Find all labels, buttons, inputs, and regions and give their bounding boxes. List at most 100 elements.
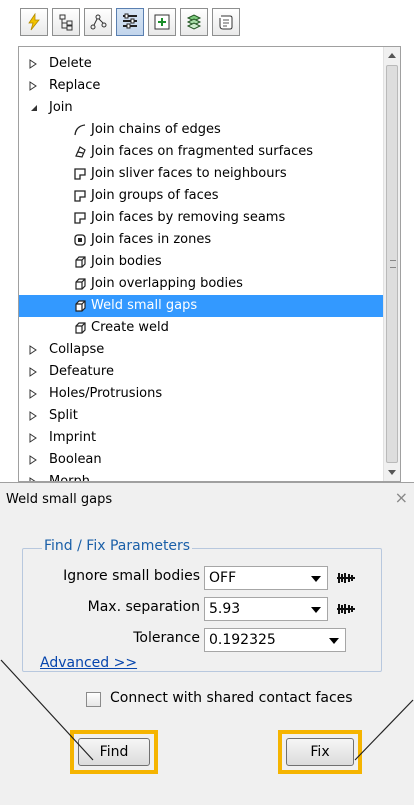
tree-category-holes[interactable]: Holes/Protrusions (19, 383, 379, 405)
panel-title: Weld small gaps (6, 492, 113, 507)
tab-add-frame[interactable] (148, 8, 176, 36)
face-join-icon (74, 168, 86, 180)
script-icon (219, 15, 233, 30)
expand-arrow-icon (29, 455, 37, 465)
tree-item-join-overlapping[interactable]: Join overlapping bodies (19, 273, 379, 295)
body-icon (75, 300, 86, 312)
max-separation-label: Max. separation (87, 599, 200, 615)
edge-chain-icon (74, 124, 86, 136)
settings-list-icon (123, 13, 137, 29)
chevron-down-icon (329, 638, 339, 644)
fragment-faces-icon (75, 146, 86, 158)
tree-category-delete[interactable]: Delete (19, 53, 379, 75)
expand-arrow-icon (29, 367, 37, 377)
body-icon (75, 322, 86, 334)
tree-label: Split (49, 408, 78, 423)
scroll-up-icon[interactable] (388, 53, 396, 58)
tree-label: Collapse (49, 342, 105, 357)
tree-item-join-chains[interactable]: Join chains of edges (19, 119, 379, 141)
tree-label: Boolean (49, 452, 102, 467)
face-join-icon (74, 190, 86, 202)
tolerance-input[interactable]: 0.192325 (204, 628, 346, 652)
tree-category-collapse[interactable]: Collapse (19, 339, 379, 361)
tab-settings-list[interactable] (116, 8, 144, 36)
tree-label: Join overlapping bodies (91, 276, 243, 291)
chevron-down-icon (311, 576, 321, 582)
connect-shared-contact-label: Connect with shared contact faces (110, 690, 353, 706)
tab-script[interactable] (212, 8, 240, 36)
expand-arrow-icon (29, 345, 37, 355)
tab-hierarchy[interactable] (52, 8, 80, 36)
zone-faces-icon (74, 234, 86, 246)
layers-icon (186, 14, 202, 30)
tree-label: Join chains of edges (91, 122, 221, 137)
tolerance-label: Tolerance (133, 630, 200, 646)
tree-label: Join faces by removing seams (91, 210, 286, 225)
tree-label: Delete (49, 56, 92, 71)
max-separation-value: 5.93 (209, 601, 241, 617)
expand-arrow-icon (29, 411, 37, 421)
tree-item-weld-small-gaps[interactable]: Weld small gaps (19, 295, 384, 317)
tree-item-join-bodies[interactable]: Join bodies (19, 251, 379, 273)
expand-arrow-icon (29, 433, 37, 443)
expand-arrow-icon (29, 389, 37, 399)
tree-category-imprint[interactable]: Imprint (19, 427, 379, 449)
tree-label: Imprint (49, 430, 97, 445)
add-frame-icon (154, 14, 170, 30)
measure-icon[interactable] (336, 602, 356, 616)
chevron-down-icon (311, 607, 321, 613)
find-button[interactable]: Find (78, 738, 150, 766)
lightning-icon (28, 13, 40, 31)
network-icon (90, 14, 107, 30)
tree-item-join-zones[interactable]: Join faces in zones (19, 229, 379, 251)
tolerance-value: 0.192325 (209, 632, 276, 648)
tree-category-replace[interactable]: Replace (19, 75, 379, 97)
tree-label: Join bodies (91, 254, 162, 269)
advanced-link[interactable]: Advanced >> (40, 655, 137, 671)
tree-category-morph[interactable]: Morph (19, 471, 379, 482)
tree-category-boolean[interactable]: Boolean (19, 449, 379, 471)
tree-item-join-fragmented[interactable]: Join faces on fragmented surfaces (19, 141, 379, 163)
tree-label: Defeature (49, 364, 114, 379)
tree-item-join-sliver[interactable]: Join sliver faces to neighbours (19, 163, 379, 185)
ignore-small-bodies-label: Ignore small bodies (63, 568, 200, 584)
body-icon (75, 256, 86, 268)
ignore-small-bodies-select[interactable]: OFF (204, 566, 328, 590)
tree-category-split[interactable]: Split (19, 405, 379, 427)
tree-item-create-weld[interactable]: Create weld (19, 317, 379, 339)
tab-lightning[interactable] (20, 8, 48, 36)
measure-icon[interactable] (336, 571, 356, 585)
scroll-down-icon[interactable] (388, 470, 396, 475)
fix-button[interactable]: Fix (286, 738, 354, 766)
max-separation-input[interactable]: 5.93 (204, 597, 328, 621)
expand-arrow-icon (29, 81, 37, 91)
body-icon (75, 278, 86, 290)
tree-label: Replace (49, 78, 101, 93)
tree-scrollbar[interactable] (383, 47, 400, 481)
tree-label: Join sliver faces to neighbours (91, 166, 287, 181)
tool-tabbar (0, 0, 414, 44)
tree-item-join-seams[interactable]: Join faces by removing seams (19, 207, 379, 229)
hierarchy-icon (59, 14, 73, 31)
grip-icon (390, 260, 396, 268)
tree-category-join[interactable]: Join (19, 97, 379, 119)
tree-label: Holes/Protrusions (49, 386, 163, 401)
tree-label: Join (49, 100, 73, 115)
tree-label: Join faces in zones (91, 232, 212, 247)
collapse-arrow-icon (31, 105, 37, 111)
tab-network[interactable] (84, 8, 112, 36)
tool-tree: Delete Replace Join Join chains of edges… (18, 46, 401, 482)
tab-layers[interactable] (180, 8, 208, 36)
ignore-small-bodies-value: OFF (209, 570, 237, 586)
tree-label: Join groups of faces (91, 188, 219, 203)
scroll-thumb[interactable] (386, 65, 398, 463)
tree-label: Create weld (91, 320, 169, 335)
close-icon[interactable]: × (395, 488, 408, 507)
connect-shared-contact-checkbox[interactable] (86, 692, 101, 707)
tree-label: Weld small gaps (91, 298, 198, 313)
tree-label: Join faces on fragmented surfaces (91, 144, 314, 159)
tree-item-join-groups[interactable]: Join groups of faces (19, 185, 379, 207)
tree-category-defeature[interactable]: Defeature (19, 361, 379, 383)
group-title: Find / Fix Parameters (42, 538, 193, 554)
tree-label: Morph (49, 474, 91, 482)
